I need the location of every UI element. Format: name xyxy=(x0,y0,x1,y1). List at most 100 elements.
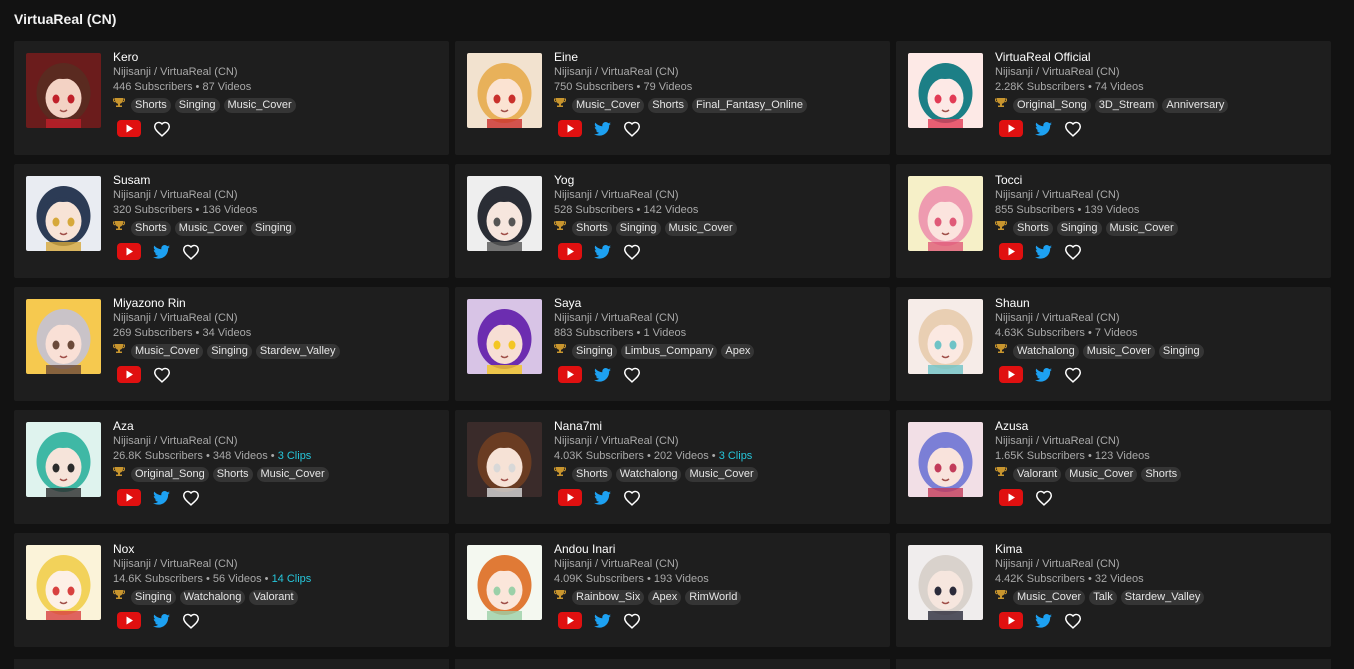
avatar[interactable] xyxy=(908,545,983,620)
topic-tag[interactable]: Music_Cover xyxy=(131,343,204,359)
channel-card[interactable]: Andou Inari Nijisanji / VirtuaReal (CN) … xyxy=(455,533,890,647)
channel-card[interactable]: Eine Nijisanji / VirtuaReal (CN) 750 Sub… xyxy=(455,41,890,155)
youtube-icon[interactable] xyxy=(558,120,582,142)
heart-icon[interactable] xyxy=(153,367,171,388)
topic-tag[interactable]: Music_Cover xyxy=(572,97,645,113)
topic-tag[interactable]: Rainbow_Six xyxy=(572,589,645,605)
twitter-icon[interactable] xyxy=(1035,244,1052,264)
channel-name[interactable]: Nana7mi xyxy=(554,419,884,434)
heart-icon[interactable] xyxy=(1035,490,1053,511)
channel-card[interactable]: Saya Nijisanji / VirtuaReal (CN) 883 Sub… xyxy=(455,287,890,401)
topic-tag[interactable]: Original_Song xyxy=(1013,97,1091,113)
avatar[interactable] xyxy=(26,299,101,374)
channel-name[interactable]: Tocci xyxy=(995,173,1325,188)
topic-tag[interactable]: Stardew_Valley xyxy=(1120,589,1205,605)
topic-tag[interactable]: Original_Song xyxy=(131,466,209,482)
topic-tag[interactable]: Shorts xyxy=(131,97,171,113)
channel-card[interactable]: Kero Nijisanji / VirtuaReal (CN) 446 Sub… xyxy=(14,41,449,155)
topic-tag[interactable]: Music_Cover xyxy=(664,220,737,236)
youtube-icon[interactable] xyxy=(117,120,141,142)
twitter-icon[interactable] xyxy=(153,244,170,264)
topic-tag[interactable]: Shorts xyxy=(1013,220,1053,236)
twitter-icon[interactable] xyxy=(1035,121,1052,141)
channel-card[interactable]: Nana7mi Nijisanji / VirtuaReal (CN) 4.03… xyxy=(455,410,890,524)
topic-tag[interactable]: Limbus_Company xyxy=(620,343,718,359)
topic-tag[interactable]: Singing xyxy=(250,220,296,236)
heart-icon[interactable] xyxy=(623,613,641,634)
topic-tag[interactable]: Shorts xyxy=(131,220,171,236)
twitter-icon[interactable] xyxy=(1035,613,1052,633)
twitter-icon[interactable] xyxy=(594,121,611,141)
channel-name[interactable]: Aza xyxy=(113,419,443,434)
topic-tag[interactable]: Apex xyxy=(721,343,755,359)
topic-tag[interactable]: Anniversary xyxy=(1162,97,1229,113)
topic-tag[interactable]: 3D_Stream xyxy=(1094,97,1159,113)
channel-name[interactable]: Kero xyxy=(113,50,443,65)
youtube-icon[interactable] xyxy=(558,366,582,388)
topic-tag[interactable]: Singing xyxy=(207,343,252,359)
heart-icon[interactable] xyxy=(153,121,171,142)
youtube-icon[interactable] xyxy=(117,489,141,511)
channel-card[interactable]: Azusa Nijisanji / VirtuaReal (CN) 1.65K … xyxy=(896,410,1331,524)
heart-icon[interactable] xyxy=(1064,121,1082,142)
topic-tag[interactable]: Singing xyxy=(174,97,220,113)
heart-icon[interactable] xyxy=(623,367,641,388)
youtube-icon[interactable] xyxy=(999,489,1023,511)
twitter-icon[interactable] xyxy=(1035,367,1052,387)
youtube-icon[interactable] xyxy=(558,243,582,265)
heart-icon[interactable] xyxy=(182,490,200,511)
topic-tag[interactable]: Music_Cover xyxy=(1105,220,1178,236)
topic-tag[interactable]: Singing xyxy=(1056,220,1102,236)
channel-name[interactable]: Miyazono Rin xyxy=(113,296,443,311)
topic-tag[interactable]: Valorant xyxy=(1013,466,1062,482)
avatar[interactable] xyxy=(467,545,542,620)
topic-tag[interactable]: Shorts xyxy=(212,466,253,482)
topic-tag[interactable]: Watchalong xyxy=(615,466,682,482)
channel-name[interactable]: Andou Inari xyxy=(554,542,884,557)
topic-tag[interactable]: Stardew_Valley xyxy=(255,343,340,359)
channel-name[interactable]: Susam xyxy=(113,173,443,188)
topic-tag[interactable]: Singing xyxy=(131,589,176,605)
avatar[interactable] xyxy=(26,545,101,620)
twitter-icon[interactable] xyxy=(153,490,170,510)
avatar[interactable] xyxy=(908,176,983,251)
topic-tag[interactable]: Shorts xyxy=(572,466,612,482)
channel-name[interactable]: Azusa xyxy=(995,419,1325,434)
channel-name[interactable]: Shaun xyxy=(995,296,1325,311)
avatar[interactable] xyxy=(467,422,542,497)
channel-card[interactable]: Susam Nijisanji / VirtuaReal (CN) 320 Su… xyxy=(14,164,449,278)
topic-tag[interactable]: Music_Cover xyxy=(1065,466,1138,482)
channel-card[interactable]: Tocci Nijisanji / VirtuaReal (CN) 855 Su… xyxy=(896,164,1331,278)
topic-tag[interactable]: Shorts xyxy=(648,97,688,113)
topic-tag[interactable]: Valorant xyxy=(249,589,298,605)
topic-tag[interactable]: Singing xyxy=(1158,343,1204,359)
channel-card[interactable]: Kima Nijisanji / VirtuaReal (CN) 4.42K S… xyxy=(896,533,1331,647)
heart-icon[interactable] xyxy=(623,244,641,265)
twitter-icon[interactable] xyxy=(594,613,611,633)
youtube-icon[interactable] xyxy=(117,612,141,634)
avatar[interactable] xyxy=(26,53,101,128)
topic-tag[interactable]: Music_Cover xyxy=(256,466,329,482)
twitter-icon[interactable] xyxy=(153,613,170,633)
heart-icon[interactable] xyxy=(182,244,200,265)
youtube-icon[interactable] xyxy=(558,489,582,511)
channel-card[interactable]: Miyazono Rin Nijisanji / VirtuaReal (CN)… xyxy=(14,287,449,401)
youtube-icon[interactable] xyxy=(558,612,582,634)
topic-tag[interactable]: Music_Cover xyxy=(1013,589,1086,605)
heart-icon[interactable] xyxy=(1064,613,1082,634)
topic-tag[interactable]: Singing xyxy=(615,220,661,236)
clip-count[interactable]: 14 Clips xyxy=(272,573,312,585)
clip-count[interactable]: 3 Clips xyxy=(719,450,753,462)
clip-count[interactable]: 3 Clips xyxy=(278,450,312,462)
avatar[interactable] xyxy=(908,299,983,374)
channel-name[interactable]: Saya xyxy=(554,296,884,311)
youtube-icon[interactable] xyxy=(999,366,1023,388)
topic-tag[interactable]: Music_Cover xyxy=(685,466,758,482)
channel-card[interactable]: Shaun Nijisanji / VirtuaReal (CN) 4.63K … xyxy=(896,287,1331,401)
topic-tag[interactable]: Watchalong xyxy=(1013,343,1079,359)
avatar[interactable] xyxy=(467,53,542,128)
avatar[interactable] xyxy=(467,299,542,374)
channel-card[interactable]: Nox Nijisanji / VirtuaReal (CN) 14.6K Su… xyxy=(14,533,449,647)
channel-card[interactable]: VirtuaReal Official Nijisanji / VirtuaRe… xyxy=(896,41,1331,155)
channel-card[interactable]: Yog Nijisanji / VirtuaReal (CN) 528 Subs… xyxy=(455,164,890,278)
